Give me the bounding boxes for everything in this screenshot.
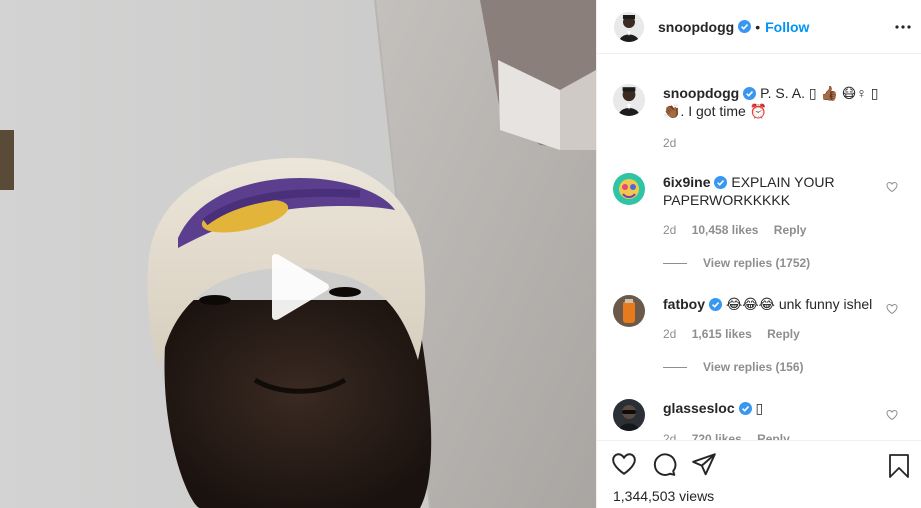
verified-badge-icon [743, 87, 757, 100]
avatar-image [613, 399, 645, 431]
separator-dot: • [755, 18, 761, 35]
comment-like-button[interactable] [886, 181, 898, 193]
avatar-image [613, 295, 645, 327]
comment-item: 6ix9ine EXPLAIN YOUR PAPERWORKKKKK 2d 10… [613, 173, 913, 283]
verified-badge-icon [738, 402, 752, 415]
heart-icon [886, 409, 898, 421]
author-avatar[interactable] [614, 11, 644, 42]
comment-username[interactable]: fatboy [663, 296, 705, 312]
reply-button[interactable]: Reply [767, 327, 800, 341]
replies-divider-line [663, 366, 687, 368]
comment-likes[interactable]: 1,615 likes [692, 327, 752, 341]
verified-badge-icon [714, 176, 728, 189]
follow-button[interactable]: Follow [765, 19, 809, 35]
comment-text-block: glassesloc ▯ [663, 399, 895, 417]
action-bar [611, 451, 731, 479]
heart-icon [886, 303, 898, 315]
post-header: snoopdogg • Follow [597, 0, 921, 54]
caption-meta: 2d [663, 136, 688, 150]
comment-meta: 2d 1,615 likes Reply [663, 327, 812, 341]
post-side-panel: snoopdogg • Follow snoopdogg P. S. A. ▯ … [596, 0, 921, 508]
view-replies-label: View replies (156) [703, 360, 804, 374]
bookmark-icon [889, 454, 909, 478]
reply-button[interactable]: Reply [774, 223, 807, 237]
instagram-post: snoopdogg • Follow snoopdogg P. S. A. ▯ … [0, 0, 921, 508]
more-options-button[interactable] [893, 17, 913, 37]
comment-text: 😂😂😂 unk funny ishel [725, 296, 873, 312]
comment-meta: 2d 10,458 likes Reply [663, 223, 818, 237]
caption-author-avatar[interactable] [613, 84, 645, 116]
comment-text-block: 6ix9ine EXPLAIN YOUR PAPERWORKKKKK [663, 173, 895, 209]
replies-divider-line [663, 262, 687, 264]
comment-icon [653, 453, 677, 476]
comment-button[interactable] [651, 451, 679, 479]
comment-time[interactable]: 2d [663, 432, 676, 440]
avatar-image [614, 11, 644, 42]
verified-badge-icon [709, 298, 722, 311]
commenter-avatar[interactable] [613, 173, 645, 205]
comment-username[interactable]: 6ix9ine [663, 174, 710, 190]
comment-time[interactable]: 2d [663, 223, 676, 237]
reply-button[interactable]: Reply [757, 432, 790, 440]
comment-item: glassesloc ▯ 2d 720 likes Reply [613, 399, 913, 440]
post-caption: snoopdogg P. S. A. ▯ 👍🏾 😷♀ ▯ 👏🏾. I got t… [613, 84, 913, 154]
avatar-image [613, 84, 645, 116]
commenter-avatar[interactable] [613, 295, 645, 327]
more-options-icon [895, 25, 911, 29]
caption-time[interactable]: 2d [663, 136, 676, 150]
post-footer: 1,344,503 views [597, 440, 921, 508]
comment-username[interactable]: glassesloc [663, 400, 735, 416]
heart-icon [886, 181, 898, 193]
view-count[interactable]: 1,344,503 views [613, 488, 714, 504]
view-replies-button[interactable]: View replies (1752) [663, 256, 810, 270]
comment-text: ▯ [755, 400, 764, 416]
caption-text-block: snoopdogg P. S. A. ▯ 👍🏾 😷♀ ▯ 👏🏾. I got t… [663, 84, 895, 120]
comment-item: fatboy 😂😂😂 unk funny ishel 2d 1,615 like… [613, 295, 913, 395]
comment-text-block: fatboy 😂😂😂 unk funny ishel [663, 295, 895, 313]
commenter-avatar[interactable] [613, 399, 645, 431]
comment-time[interactable]: 2d [663, 327, 676, 341]
comment-meta: 2d 720 likes Reply [663, 432, 802, 440]
play-button[interactable] [266, 254, 330, 320]
share-button[interactable] [691, 451, 719, 479]
comment-like-button[interactable] [886, 303, 898, 315]
heart-icon [612, 453, 636, 475]
play-icon [272, 254, 329, 320]
avatar-image [613, 173, 645, 205]
verified-badge-icon [738, 20, 752, 33]
author-username[interactable]: snoopdogg [658, 19, 734, 35]
save-button[interactable] [887, 453, 913, 479]
comment-like-button[interactable] [886, 409, 898, 421]
caption-username[interactable]: snoopdogg [663, 85, 739, 101]
comments-list[interactable]: snoopdogg P. S. A. ▯ 👍🏾 😷♀ ▯ 👏🏾. I got t… [597, 55, 921, 440]
view-replies-button[interactable]: View replies (156) [663, 360, 804, 374]
view-replies-label: View replies (1752) [703, 256, 811, 270]
share-icon [692, 453, 716, 476]
comment-likes[interactable]: 10,458 likes [692, 223, 759, 237]
like-button[interactable] [611, 451, 639, 479]
comment-likes[interactable]: 720 likes [692, 432, 742, 440]
video-player[interactable] [0, 0, 596, 508]
